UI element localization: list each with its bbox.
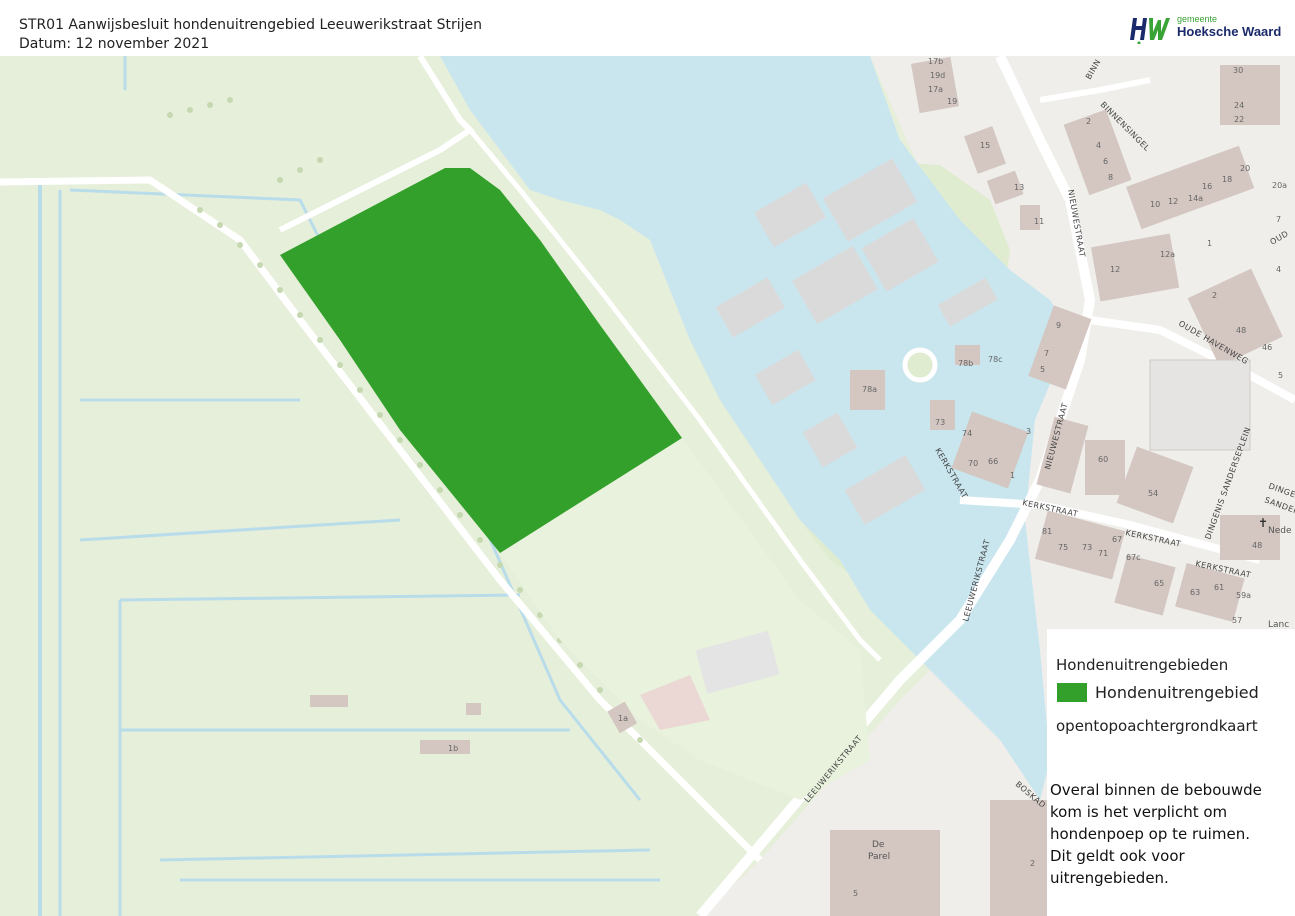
- house-number: 4: [1276, 265, 1281, 274]
- hw-logo-icon: [1130, 18, 1170, 44]
- label-parel: Parel: [868, 852, 890, 862]
- house-number: 57: [1232, 616, 1242, 625]
- legend-heading: Hondenuitrengebieden: [1056, 656, 1229, 674]
- house-number: 22: [1234, 115, 1244, 124]
- house-number: 20a: [1272, 181, 1287, 190]
- house-number: 6: [1103, 157, 1108, 166]
- church-icon: ✝: [1258, 516, 1268, 530]
- house-number: 59a: [1236, 591, 1251, 600]
- house-number: 10: [1150, 200, 1160, 209]
- house-number: 12: [1110, 265, 1120, 274]
- house-number: 12a: [1160, 250, 1175, 259]
- house-number: 54: [1148, 489, 1158, 498]
- house-number: 20: [1240, 164, 1250, 173]
- house-number: 14a: [1188, 194, 1203, 203]
- house-number: 78a: [862, 385, 877, 394]
- house-number: 9: [1056, 321, 1061, 330]
- house-number: 67: [1112, 535, 1122, 544]
- house-number: 4: [1096, 141, 1101, 150]
- house-number: 1: [1207, 239, 1212, 248]
- logo-small-text: gemeente: [1177, 14, 1218, 24]
- house-number: 65: [1154, 579, 1164, 588]
- house-number: 70: [968, 459, 978, 468]
- house-number: 61: [1214, 583, 1224, 592]
- house-number: 15: [980, 141, 990, 150]
- house-number: 1a: [618, 714, 628, 723]
- house-number: 66: [988, 457, 998, 466]
- house-number: 30: [1233, 66, 1243, 75]
- legend-swatch: [1057, 683, 1087, 702]
- municipality-logo: gemeente Hoeksche Waard: [1130, 14, 1282, 46]
- house-number: 11: [1034, 217, 1044, 226]
- house-number: 63: [1190, 588, 1200, 597]
- house-number: 18: [1222, 175, 1232, 184]
- house-number: 46: [1262, 343, 1272, 352]
- house-number: 13: [1014, 183, 1024, 192]
- house-number: 1b: [448, 744, 458, 753]
- house-number: 7: [1276, 215, 1281, 224]
- house-number: 2: [1086, 117, 1091, 126]
- legend-panel: Hondenuitrengebieden Hondenuitrengebied …: [1047, 629, 1295, 916]
- house-number: 12: [1168, 197, 1178, 206]
- house-number: 73: [935, 418, 945, 427]
- house-number: 75: [1058, 543, 1068, 552]
- house-number: 2: [1212, 291, 1217, 300]
- house-number: 16: [1202, 182, 1212, 191]
- legend-basemap: opentopoachtergrondkaart: [1056, 717, 1258, 735]
- house-number: 81: [1042, 527, 1052, 536]
- house-number: 74: [962, 429, 972, 438]
- house-number: 5: [853, 889, 858, 898]
- house-number: 19: [947, 97, 957, 106]
- house-number: 73: [1082, 543, 1092, 552]
- house-number: 48: [1236, 326, 1246, 335]
- house-number: 71: [1098, 549, 1108, 558]
- roundabout: [902, 347, 938, 383]
- house-number: 17a: [928, 85, 943, 94]
- house-number: 7: [1044, 349, 1049, 358]
- logo-name: Hoeksche Waard: [1177, 24, 1282, 39]
- house-number: 5: [1278, 371, 1283, 380]
- header: STR01 Aanwijsbesluit hondenuitrengebied …: [0, 0, 1295, 56]
- house-number: 48: [1252, 541, 1262, 550]
- legend-note: Overal binnen de bebouwde kom is het ver…: [1050, 781, 1262, 887]
- house-number: 3: [1026, 427, 1031, 436]
- label-nede: Nede: [1268, 526, 1292, 536]
- label-de: De: [872, 840, 885, 850]
- school-building: [1149, 359, 1251, 451]
- map-title: STR01 Aanwijsbesluit hondenuitrengebied …: [19, 17, 482, 33]
- house-number: 5: [1040, 365, 1045, 374]
- map-date: Datum: 12 november 2021: [19, 36, 210, 52]
- house-number: 1: [1010, 471, 1015, 480]
- house-number: 17b: [928, 57, 943, 66]
- house-number: 67c: [1126, 553, 1141, 562]
- house-number: 78c: [988, 355, 1003, 364]
- house-number: 19d: [930, 71, 945, 80]
- house-number: 2: [1030, 859, 1035, 868]
- legend-item-label: Hondenuitrengebied: [1095, 683, 1259, 702]
- house-number: 24: [1234, 101, 1244, 110]
- house-number: 60: [1098, 455, 1108, 464]
- house-number: 78b: [958, 359, 973, 368]
- house-number: 8: [1108, 173, 1113, 182]
